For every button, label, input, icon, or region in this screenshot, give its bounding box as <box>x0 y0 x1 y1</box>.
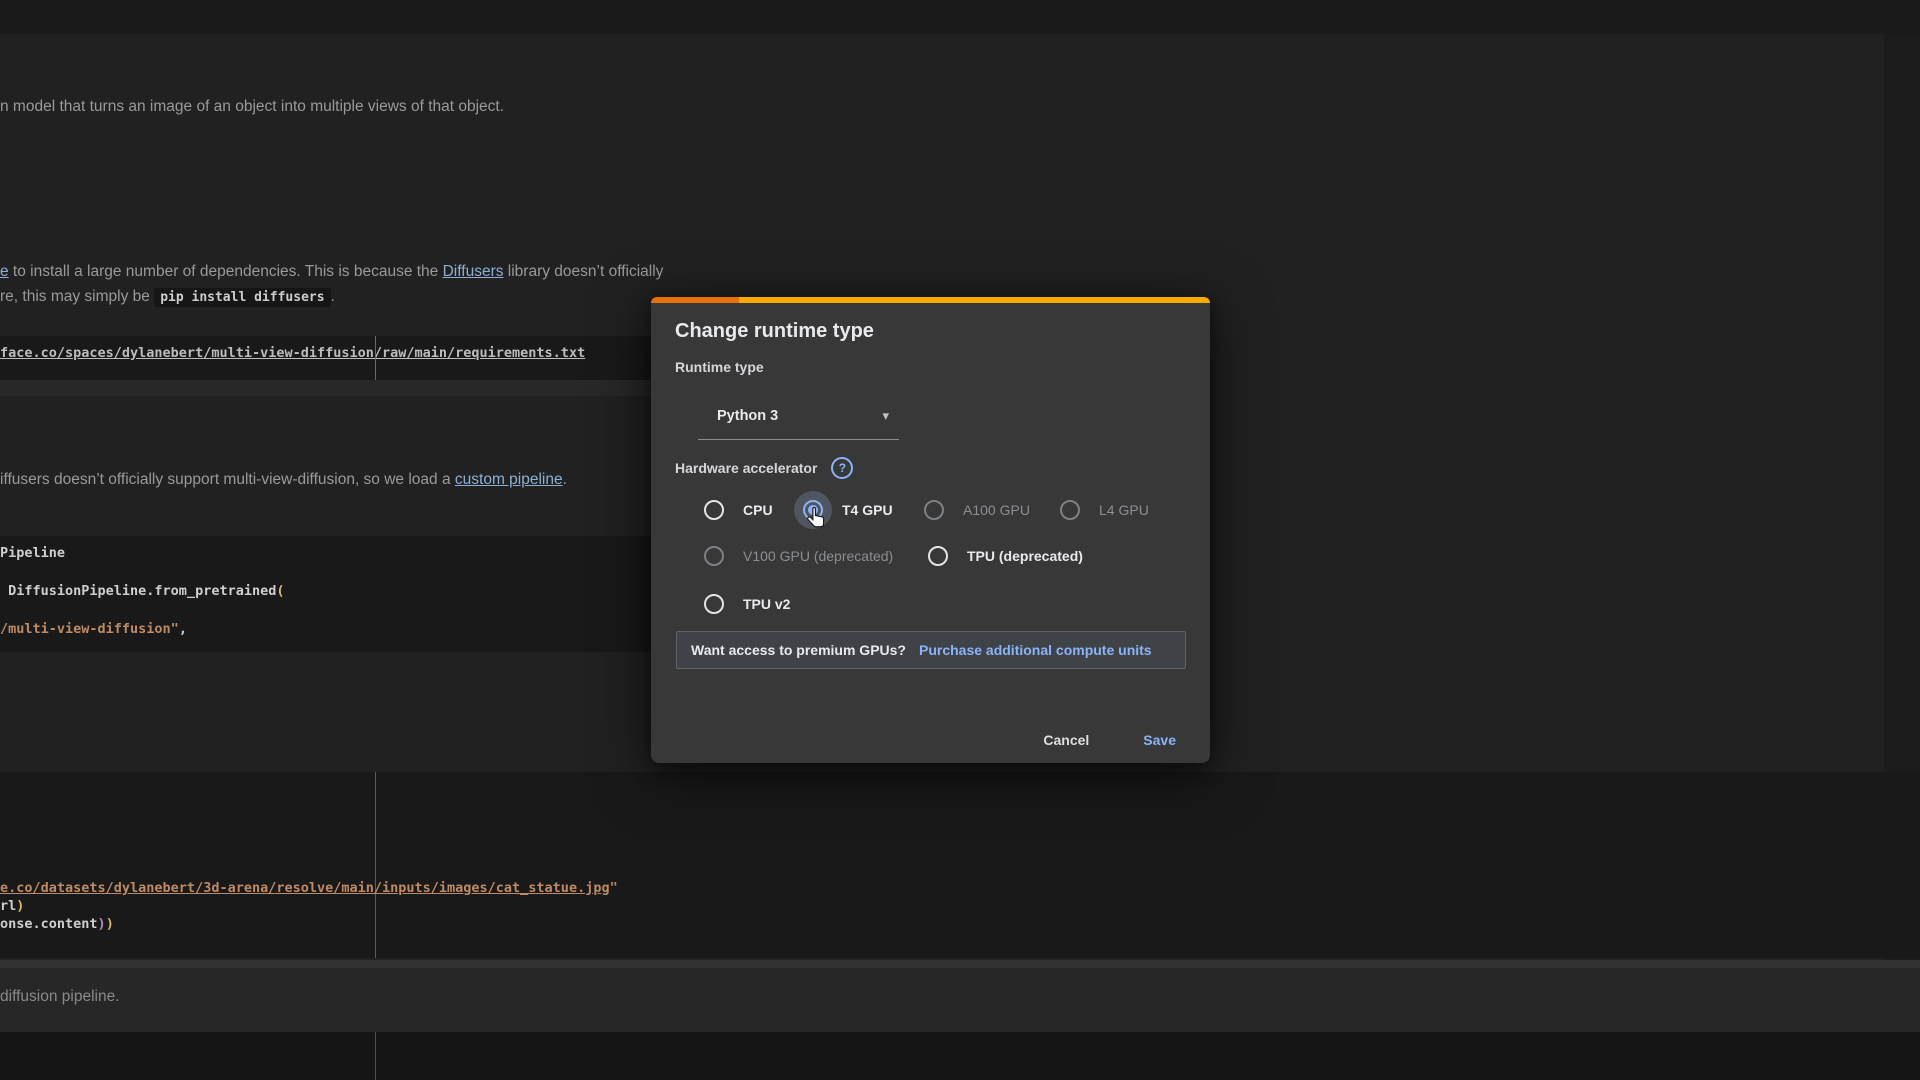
radio-cpu[interactable]: CPU <box>704 498 773 522</box>
radio-a100-gpu[interactable]: A100 GPU <box>924 498 1030 522</box>
radio-circle-icon <box>704 546 724 566</box>
radio-label: V100 GPU (deprecated) <box>743 548 893 564</box>
hardware-accelerator-label: Hardware accelerator <box>675 460 817 476</box>
radio-tpu-v2[interactable]: TPU v2 <box>704 592 790 616</box>
dialog-title: Change runtime type <box>675 320 874 343</box>
cancel-button[interactable]: Cancel <box>1033 726 1099 754</box>
dialog-progress-bar <box>651 297 1210 303</box>
radio-circle-icon <box>928 546 948 566</box>
inline-code: pip install diffusers <box>154 288 330 307</box>
runtime-type-label: Runtime type <box>675 359 764 375</box>
top-strip <box>0 0 1920 34</box>
dialog-actions: Cancel Save <box>651 722 1210 758</box>
runtime-type-value: Python 3 <box>717 408 778 424</box>
radio-circle-icon <box>704 594 724 614</box>
radio-circle-icon <box>924 500 944 520</box>
radio-tpu-deprecated[interactable]: TPU (deprecated) <box>928 544 1083 568</box>
paragraph-text: . <box>563 471 567 488</box>
code-url-link[interactable]: e.co/datasets/dylanebert/3d-arena/resolv… <box>0 880 610 896</box>
pointer-cursor-icon <box>803 504 829 532</box>
markdown-paragraph: iffusers doesn’t officially support mult… <box>0 471 567 489</box>
markdown-text: diffusion pipeline. <box>0 988 120 1006</box>
hardware-accelerator-row: Hardware accelerator ? <box>675 457 853 479</box>
paragraph-text: library doesn’t officially <box>503 263 663 280</box>
change-runtime-dialog: Change runtime type Runtime type Python … <box>651 297 1210 763</box>
code-line: e.co/datasets/dylanebert/3d-arena/resolv… <box>0 880 618 896</box>
radio-circle-icon <box>1060 500 1080 520</box>
radio-l4-gpu[interactable]: L4 GPU <box>1060 498 1149 522</box>
radio-label: TPU (deprecated) <box>967 548 1083 564</box>
notebook-page: n model that turns an image of an object… <box>0 0 1920 1080</box>
code-line: rl) <box>0 898 24 914</box>
radio-label: TPU v2 <box>743 596 790 612</box>
code-line: Pipeline <box>0 545 65 561</box>
radio-label: L4 GPU <box>1099 502 1149 518</box>
code-line: DiffusionPipeline.from_pretrained( <box>0 583 284 599</box>
cut-link[interactable]: e <box>0 263 9 280</box>
save-button[interactable]: Save <box>1133 726 1186 754</box>
code-cell-download <box>0 772 1920 958</box>
code-line: onse.content)) <box>0 916 114 932</box>
markdown-cell <box>0 968 1920 1032</box>
markdown-text: n model that turns an image of an object… <box>0 98 504 116</box>
runtime-type-select[interactable]: Python 3 ▾ <box>698 393 899 440</box>
paragraph-text: iffusers doesn’t officially support mult… <box>0 471 455 488</box>
cell-divider-line <box>375 772 376 958</box>
cell-toolbar-band <box>0 380 662 396</box>
help-icon[interactable]: ? <box>831 457 853 479</box>
radio-label: T4 GPU <box>842 502 893 518</box>
paragraph-text: re, this may simply be <box>0 288 154 305</box>
radio-label: CPU <box>743 502 773 518</box>
code-line: /multi-view-diffusion", <box>0 621 187 637</box>
radio-label: A100 GPU <box>963 502 1030 518</box>
code-cell-bottom <box>0 1032 1920 1080</box>
cell-divider-line <box>375 1032 376 1080</box>
premium-gpu-banner: Want access to premium GPUs? Purchase ad… <box>676 631 1186 669</box>
markdown-paragraph: e to install a large number of dependenc… <box>0 263 663 281</box>
radio-v100-gpu[interactable]: V100 GPU (deprecated) <box>704 544 893 568</box>
diffusers-link[interactable]: Diffusers <box>443 263 504 280</box>
custom-pipeline-link[interactable]: custom pipeline <box>455 471 563 488</box>
purchase-compute-units-link[interactable]: Purchase additional compute units <box>919 642 1152 658</box>
radio-circle-icon <box>704 500 724 520</box>
paragraph-text: to install a large number of dependencie… <box>9 263 443 280</box>
requirements-url-link[interactable]: face.co/spaces/dylanebert/multi-view-dif… <box>0 345 585 361</box>
chevron-down-icon: ▾ <box>882 408 889 424</box>
cell-boundary-band <box>0 960 1920 968</box>
cell-divider-line <box>375 336 376 380</box>
paragraph-text: . <box>331 288 335 305</box>
markdown-paragraph: re, this may simply be pip install diffu… <box>0 288 335 306</box>
premium-banner-text: Want access to premium GPUs? <box>691 642 906 658</box>
